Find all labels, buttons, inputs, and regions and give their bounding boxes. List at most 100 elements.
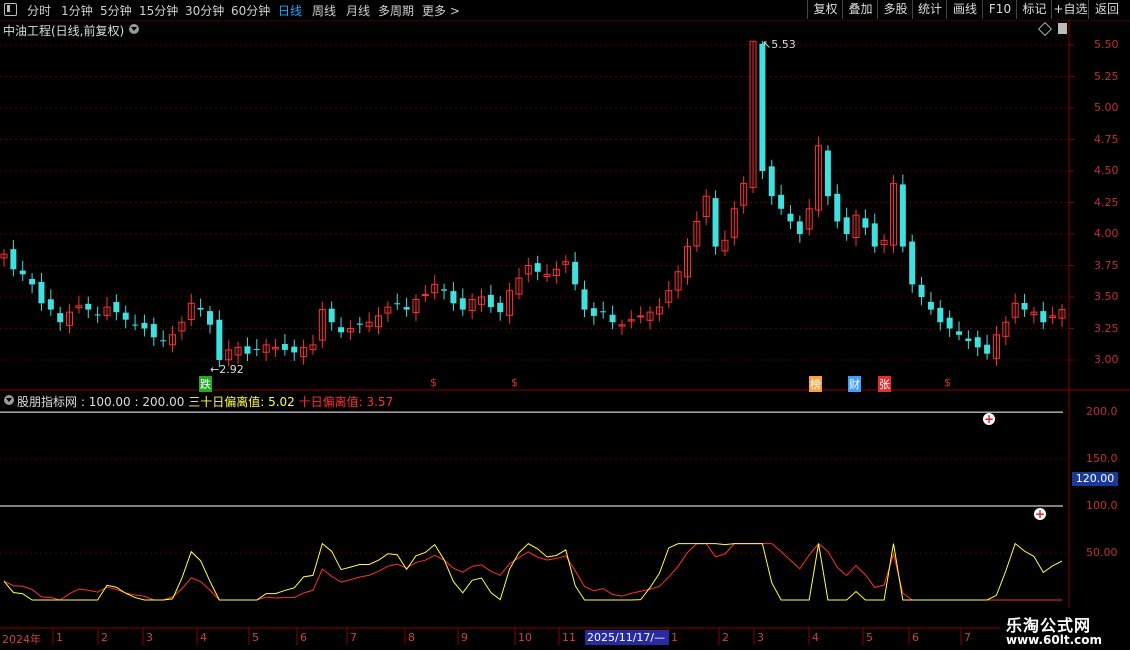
candle xyxy=(487,294,494,308)
indicator-tick: 200.0 xyxy=(1086,405,1118,419)
candle xyxy=(441,289,448,291)
candle xyxy=(590,308,597,316)
price-tick: 4.25 xyxy=(1094,195,1119,209)
month-label: 4 xyxy=(200,631,207,644)
price-tick: 5.50 xyxy=(1094,38,1119,51)
candle xyxy=(984,344,991,354)
candle xyxy=(160,340,167,342)
candle xyxy=(132,324,139,326)
year-label: 2024年 xyxy=(2,633,41,646)
candle xyxy=(1040,311,1047,323)
thirty-day-line xyxy=(3,542,1063,601)
price-tick: 3.50 xyxy=(1094,290,1119,303)
indicator-lines xyxy=(0,411,1063,601)
month-label: 3 xyxy=(757,631,764,644)
candle xyxy=(94,314,101,316)
candle xyxy=(281,344,288,350)
candle xyxy=(421,293,429,296)
candle xyxy=(19,270,26,275)
signal-marker[interactable]: $ xyxy=(511,376,518,389)
signal-marker[interactable]: 财 xyxy=(848,376,861,392)
signal-marker[interactable]: $ xyxy=(430,376,437,389)
month-label: 5 xyxy=(252,631,259,644)
signal-marker[interactable]: $ xyxy=(944,376,951,389)
candle xyxy=(759,43,766,172)
price-tick: 5.25 xyxy=(1094,69,1119,83)
price-tick: 3.75 xyxy=(1094,258,1119,272)
candle xyxy=(197,307,204,310)
month-label: 11 xyxy=(562,631,576,644)
signal-marker[interactable]: 榜 xyxy=(809,376,822,392)
kline-chart[interactable] xyxy=(0,0,1130,650)
candle xyxy=(57,313,64,323)
price-tick: 3.25 xyxy=(1094,321,1119,335)
signal-marker[interactable]: 张 xyxy=(878,376,891,392)
ten-day-line xyxy=(3,542,1062,601)
month-label: 2 xyxy=(722,631,729,644)
price-tick: 4.75 xyxy=(1094,132,1119,146)
candle xyxy=(534,263,541,272)
price-tag: 120.00 xyxy=(1072,472,1118,486)
date-highlight: 2025/11/17/— xyxy=(585,630,669,645)
candle xyxy=(450,291,457,304)
candle xyxy=(974,337,981,348)
price-tick: 4.00 xyxy=(1094,227,1119,240)
candle xyxy=(10,249,17,270)
month-label: 6 xyxy=(300,631,307,644)
candle xyxy=(47,299,54,310)
candle xyxy=(216,319,223,360)
month-label: 7 xyxy=(350,631,357,644)
candle xyxy=(927,301,934,310)
high-marker: ↖5.53 xyxy=(762,38,796,51)
candle xyxy=(29,278,36,285)
add-marker-icon[interactable]: + xyxy=(983,413,995,425)
candle xyxy=(459,298,466,310)
candle xyxy=(712,198,719,247)
add-marker-icon[interactable]: + xyxy=(1034,508,1046,520)
candle xyxy=(965,338,972,342)
candle xyxy=(871,223,878,247)
month-label: 4 xyxy=(812,631,819,644)
candle xyxy=(834,193,841,222)
candle xyxy=(38,281,45,304)
candle xyxy=(497,302,504,313)
low-marker-value: 2.92 xyxy=(219,363,244,376)
low-marker: ←2.92 xyxy=(210,363,244,376)
candle xyxy=(609,314,616,323)
candle xyxy=(581,289,588,310)
price-tick: 4.50 xyxy=(1094,164,1119,177)
candle xyxy=(946,317,953,329)
high-marker-value: 5.53 xyxy=(771,38,796,51)
month-label: 8 xyxy=(408,631,415,644)
month-label: 3 xyxy=(146,631,153,644)
signal-marker[interactable]: 跌 xyxy=(199,376,212,392)
month-label: 10 xyxy=(518,631,532,644)
candle xyxy=(824,150,831,197)
candle xyxy=(141,322,148,329)
candle xyxy=(356,323,363,325)
indicator-tick: 150.0 xyxy=(1086,452,1118,466)
candle xyxy=(291,346,298,353)
indicator-tick: 100.0 xyxy=(1086,499,1118,513)
candle xyxy=(637,315,645,318)
candle xyxy=(85,303,92,310)
candle xyxy=(787,213,794,222)
price-tick: 5.00 xyxy=(1094,101,1119,114)
candle xyxy=(909,241,916,285)
candle xyxy=(1021,303,1028,310)
candle xyxy=(937,307,944,323)
candle xyxy=(253,348,260,350)
candle xyxy=(394,303,401,305)
candle xyxy=(403,307,410,310)
candles xyxy=(0,40,1066,368)
month-label: 2 xyxy=(101,631,108,644)
month-label: 7 xyxy=(964,631,971,644)
candle xyxy=(956,331,963,335)
candle xyxy=(572,261,579,285)
month-label: 1 xyxy=(671,631,678,644)
candle xyxy=(843,217,850,234)
candle xyxy=(768,166,775,197)
brand-url: www.60lt.com xyxy=(1006,633,1103,647)
candle xyxy=(899,184,906,247)
brand-watermark: 乐淘公式网 www.60lt.com xyxy=(1000,608,1130,650)
